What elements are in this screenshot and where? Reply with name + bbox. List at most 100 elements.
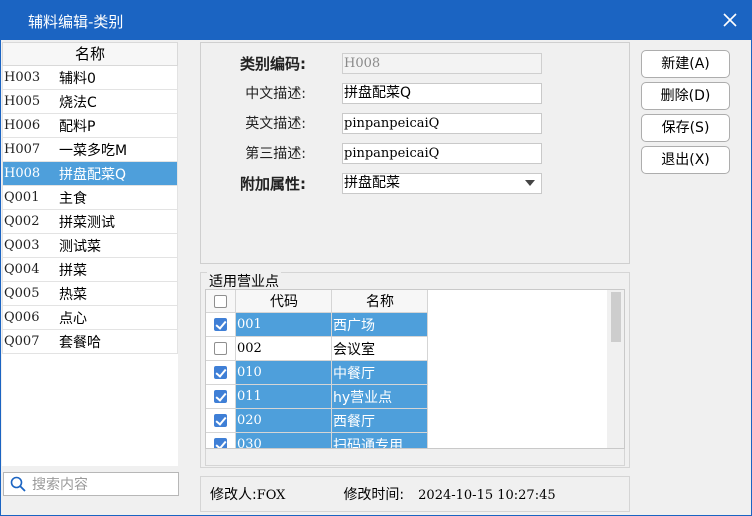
en-field[interactable]: pinpanpeicaiQ <box>342 112 542 134</box>
attr-label: 附加属性: <box>240 175 306 193</box>
title-bar: 辅料编辑-类别 <box>0 0 752 40</box>
code-field: H008 <box>342 53 542 74</box>
list-item-name: 一菜多吃M <box>59 142 128 159</box>
cn-row: 中文描述: 拼盘配菜Q <box>201 82 542 104</box>
en-row: 英文描述: pinpanpeicaiQ <box>201 112 542 134</box>
attr-value: 拼盘配菜 <box>344 175 400 191</box>
list-item-code: Q001 <box>4 190 40 205</box>
list-item-code: Q007 <box>4 334 40 349</box>
list-item[interactable]: Q005 热菜 <box>2 282 178 306</box>
list-item[interactable]: H006 配料P <box>2 114 178 138</box>
list-item-name: 配料P <box>59 118 96 135</box>
list-item-name: 点心 <box>59 310 87 327</box>
close-icon[interactable] <box>718 8 742 32</box>
new-button[interactable]: 新建(A) <box>641 50 730 78</box>
modifier: 修改人:FOX <box>210 484 285 504</box>
row-code: 030 <box>236 433 332 448</box>
list-item-code: Q003 <box>4 238 40 253</box>
modified-time-value: 2024-10-15 10:27:45 <box>418 488 556 503</box>
code-row: 类别编码: H008 <box>201 53 542 74</box>
list-item[interactable]: Q004 拼菜 <box>2 258 178 282</box>
list-item[interactable]: H005 烧法C <box>2 90 178 114</box>
attr-row: 附加属性: 拼盘配菜 <box>201 173 542 194</box>
list-item[interactable]: Q001 主食 <box>2 186 178 210</box>
row-checkbox[interactable] <box>206 433 236 448</box>
list-item[interactable]: Q003 测试菜 <box>2 234 178 258</box>
list-item[interactable]: Q006 点心 <box>2 306 178 330</box>
list-item-name: 辅料0 <box>59 70 96 87</box>
select-all-checkbox[interactable] <box>206 290 236 313</box>
table-row[interactable]: 001 西广场 <box>206 313 428 337</box>
chevron-down-icon[interactable] <box>525 180 535 186</box>
list-item[interactable]: H003 辅料0 <box>2 66 178 90</box>
list-item-code: H005 <box>4 94 41 109</box>
list-item[interactable]: Q002 拼菜测试 <box>2 210 178 234</box>
table-row[interactable]: 030 扫码通专用 <box>206 433 428 448</box>
delete-button[interactable]: 删除(D) <box>641 82 730 110</box>
list-item[interactable]: H008 拼盘配菜Q <box>2 162 178 186</box>
grid-header: 代码 名称 <box>206 290 428 313</box>
attr-select[interactable]: 拼盘配菜 <box>342 173 542 194</box>
window-title: 辅料编辑-类别 <box>28 13 124 31</box>
footer: 修改人:FOX 修改时间: 2024-10-15 10:27:45 <box>200 476 630 512</box>
modifier-label: 修改人: <box>210 487 257 503</box>
col-name-header[interactable]: 名称 <box>332 290 428 313</box>
en-label: 英文描述: <box>245 116 306 132</box>
list-item-name: 拼盘配菜Q <box>59 166 127 183</box>
code-label: 类别编码: <box>240 55 306 73</box>
list-item-name: 主食 <box>59 190 87 207</box>
list-item-code: H006 <box>4 118 41 133</box>
row-name: hy营业点 <box>332 385 428 409</box>
save-button[interactable]: 保存(S) <box>641 114 730 142</box>
list-item-code: Q005 <box>4 286 40 301</box>
third-row: 第三描述: pinpanpeicaiQ <box>201 142 542 164</box>
third-label: 第三描述: <box>245 146 306 162</box>
list-item-name: 测试菜 <box>59 238 101 255</box>
row-code: 002 <box>236 337 332 361</box>
list-item-code: Q006 <box>4 310 40 325</box>
cn-label: 中文描述: <box>245 86 306 102</box>
list-item-code: H008 <box>4 166 41 181</box>
row-code: 001 <box>236 313 332 337</box>
list-header-name[interactable]: 名称 <box>2 42 178 66</box>
row-checkbox[interactable] <box>206 337 236 361</box>
modifier-value: FOX <box>256 488 286 503</box>
list-item-name: 套餐哈 <box>59 334 101 351</box>
row-checkbox[interactable] <box>206 313 236 337</box>
list-item[interactable]: Q007 套餐哈 <box>2 330 178 354</box>
table-row[interactable]: 002 会议室 <box>206 337 428 361</box>
row-code: 010 <box>236 361 332 385</box>
list-item-name: 热菜 <box>59 286 87 303</box>
row-code: 011 <box>236 385 332 409</box>
search-placeholder: 搜索内容 <box>32 477 88 493</box>
list-item[interactable]: H007 一菜多吃M <box>2 138 178 162</box>
modified-time: 修改时间: 2024-10-15 10:27:45 <box>343 484 555 504</box>
table-row[interactable]: 011 hy营业点 <box>206 385 428 409</box>
row-name: 会议室 <box>332 337 428 361</box>
search-icon <box>10 476 26 492</box>
exit-button[interactable]: 退出(X) <box>641 146 730 174</box>
row-name: 中餐厅 <box>332 361 428 385</box>
col-code-header[interactable]: 代码 <box>236 290 332 313</box>
row-code: 020 <box>236 409 332 433</box>
third-field[interactable]: pinpanpeicaiQ <box>342 142 542 164</box>
cn-field[interactable]: 拼盘配菜Q <box>342 82 542 104</box>
row-checkbox[interactable] <box>206 385 236 409</box>
table-row[interactable]: 020 西餐厅 <box>206 409 428 433</box>
category-form: 类别编码: H008 中文描述: 拼盘配菜Q 英文描述: pinpanpeica… <box>200 42 630 264</box>
business-points-grid: 代码 名称 001 西广场 002 会议室 010 中餐厅 011 hy营业点 020 西餐厅 03… <box>205 289 625 449</box>
table-row[interactable]: 010 中餐厅 <box>206 361 428 385</box>
business-points-title: 适用营业点 <box>207 271 281 291</box>
list-item-code: H007 <box>4 142 41 157</box>
list-item-name: 烧法C <box>59 94 97 111</box>
modified-time-label: 修改时间: <box>343 487 405 503</box>
list-item-code: Q002 <box>4 214 40 229</box>
vertical-scrollbar[interactable] <box>607 290 624 448</box>
row-checkbox[interactable] <box>206 361 236 385</box>
row-checkbox[interactable] <box>206 409 236 433</box>
horizontal-scrollbar[interactable] <box>205 449 625 466</box>
list-item-name: 拼菜 <box>59 262 87 279</box>
search-input[interactable]: 搜索内容 <box>3 472 179 496</box>
list-item-name: 拼菜测试 <box>59 214 115 231</box>
row-name: 西餐厅 <box>332 409 428 433</box>
